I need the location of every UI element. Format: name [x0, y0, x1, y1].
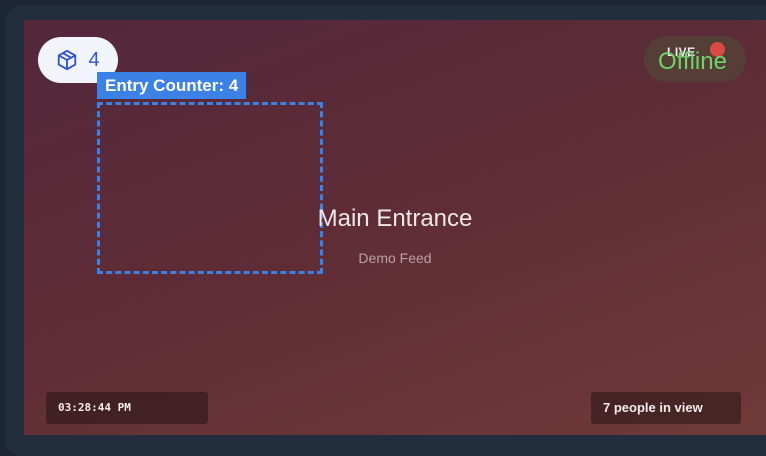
connection-status: Offline — [658, 48, 727, 75]
cube-icon — [56, 49, 78, 71]
camera-feed[interactable]: 4 Entry Counter: 4 LIVE Offline Main Ent… — [24, 20, 766, 435]
counter-value: 4 — [88, 48, 100, 71]
feed-title: Main Entrance — [317, 205, 473, 232]
people-count: 7 people in view — [591, 392, 741, 424]
zone-label: Entry Counter: 4 — [97, 72, 247, 99]
detection-zone[interactable] — [97, 102, 323, 274]
feed-subtitle: Demo Feed — [358, 250, 432, 266]
status-indicator: LIVE Offline — [644, 36, 746, 82]
timestamp: 03:28:44 PM — [46, 392, 208, 424]
